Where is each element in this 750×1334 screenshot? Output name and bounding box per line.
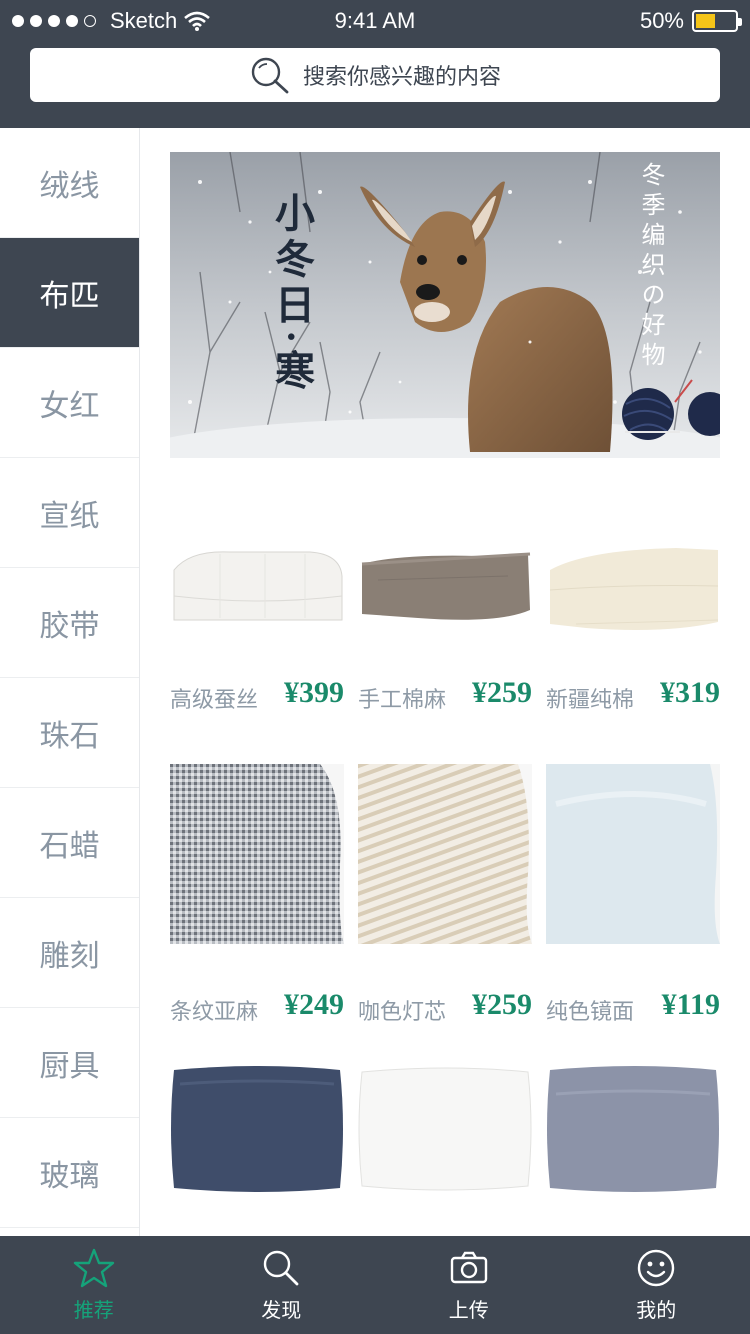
camera-icon	[450, 1251, 487, 1283]
product-name[interactable]: 手工棉麻	[358, 682, 446, 714]
sidebar-item-glass[interactable]: 玻璃	[0, 1118, 139, 1228]
tab-label: 我的	[636, 1299, 677, 1322]
tab-recommend[interactable]: 推荐	[0, 1236, 188, 1334]
bottom-tab-bar: 推荐 发现 上传 我的	[0, 1236, 750, 1334]
search-placeholder: 搜索你感兴趣的内容	[302, 64, 501, 89]
banner-subtitle: 冬季编织の好物	[637, 162, 663, 372]
sidebar-item-wax[interactable]: 石蜡	[0, 788, 139, 898]
search-icon	[251, 57, 289, 94]
sidebar-item-label: 胶带	[39, 609, 100, 643]
sidebar-item-wool[interactable]: 绒线	[0, 128, 139, 238]
product-image-silk-duvet[interactable]	[170, 540, 344, 630]
star-icon	[73, 1248, 114, 1287]
status-time: 9:41 AM	[334, 8, 416, 33]
smiley-icon	[638, 1249, 675, 1286]
tab-upload[interactable]: 上传	[375, 1236, 563, 1334]
search-bar[interactable]: 搜索你感兴趣的内容	[30, 48, 720, 102]
search-icon	[264, 1250, 299, 1285]
sidebar-item-carving[interactable]: 雕刻	[0, 898, 139, 1008]
promo-banner[interactable]: 小冬日·寒 冬季编织の好物	[170, 152, 720, 458]
battery-percent: 50%	[639, 8, 684, 33]
product-image-lightblue-pillow[interactable]	[546, 764, 720, 944]
product-price: ¥399	[284, 676, 344, 709]
battery-status: 50%	[639, 8, 742, 34]
sidebar-item-label: 绒线	[39, 169, 100, 203]
category-sidebar: 绒线 布匹 女红 宣纸 胶带 珠石 石蜡 雕刻 厨具 玻璃	[0, 128, 140, 1236]
product-name[interactable]: 高级蚕丝	[170, 682, 258, 714]
sidebar-item-fabric[interactable]: 布匹	[0, 238, 139, 348]
sidebar-item-label: 珠石	[39, 719, 100, 753]
product-image-grey-pillow[interactable]	[546, 1064, 720, 1194]
sidebar-item-label: 玻璃	[39, 1159, 100, 1193]
product-name[interactable]: 新疆纯棉	[546, 682, 634, 714]
sidebar-item-label: 布匹	[39, 279, 100, 313]
tab-label: 推荐	[73, 1299, 114, 1322]
sidebar-item-label: 厨具	[39, 1049, 100, 1083]
sidebar-item-rice-paper[interactable]: 宣纸	[0, 458, 139, 568]
tab-discover[interactable]: 发现	[188, 1236, 376, 1334]
product-image-white-pillow[interactable]	[358, 1064, 532, 1194]
product-name[interactable]: 咖色灯芯	[358, 994, 446, 1026]
tab-label: 上传	[448, 1299, 489, 1322]
sidebar-item-label: 宣纸	[39, 499, 100, 533]
sidebar-item-tape[interactable]: 胶带	[0, 568, 139, 678]
product-price: ¥259	[472, 988, 532, 1021]
product-image-cotton-blanket[interactable]	[546, 540, 720, 630]
product-price: ¥319	[660, 676, 720, 709]
product-name[interactable]: 条纹亚麻	[170, 994, 258, 1026]
tab-profile[interactable]: 我的	[563, 1236, 750, 1334]
tab-label: 发现	[261, 1299, 302, 1322]
product-price: ¥119	[661, 988, 720, 1021]
sidebar-item-label: 雕刻	[39, 939, 100, 973]
sidebar-item-label: 石蜡	[39, 829, 100, 863]
status-bar: Sketch 9:41 AM 50%	[0, 0, 750, 44]
sidebar-item-kitchenware[interactable]: 厨具	[0, 1008, 139, 1118]
sidebar-item-needlework[interactable]: 女红	[0, 348, 139, 458]
product-image-navy-pillow[interactable]	[170, 1064, 344, 1194]
sidebar-item-label: 女红	[39, 389, 100, 423]
product-price: ¥259	[472, 676, 532, 709]
product-image-gingham-pillow[interactable]	[170, 764, 344, 944]
battery-icon	[692, 10, 742, 32]
banner-title: 小冬日·寒	[269, 192, 314, 396]
header: Sketch 9:41 AM 50% 搜索你感兴趣的内容	[0, 0, 750, 128]
product-name[interactable]: 纯色镜面	[546, 994, 634, 1026]
sidebar-item-beads[interactable]: 珠石	[0, 678, 139, 788]
product-price: ¥249	[284, 988, 344, 1021]
product-image-stripe-pillow[interactable]	[358, 764, 532, 944]
product-image-linen-blanket[interactable]	[358, 540, 532, 630]
